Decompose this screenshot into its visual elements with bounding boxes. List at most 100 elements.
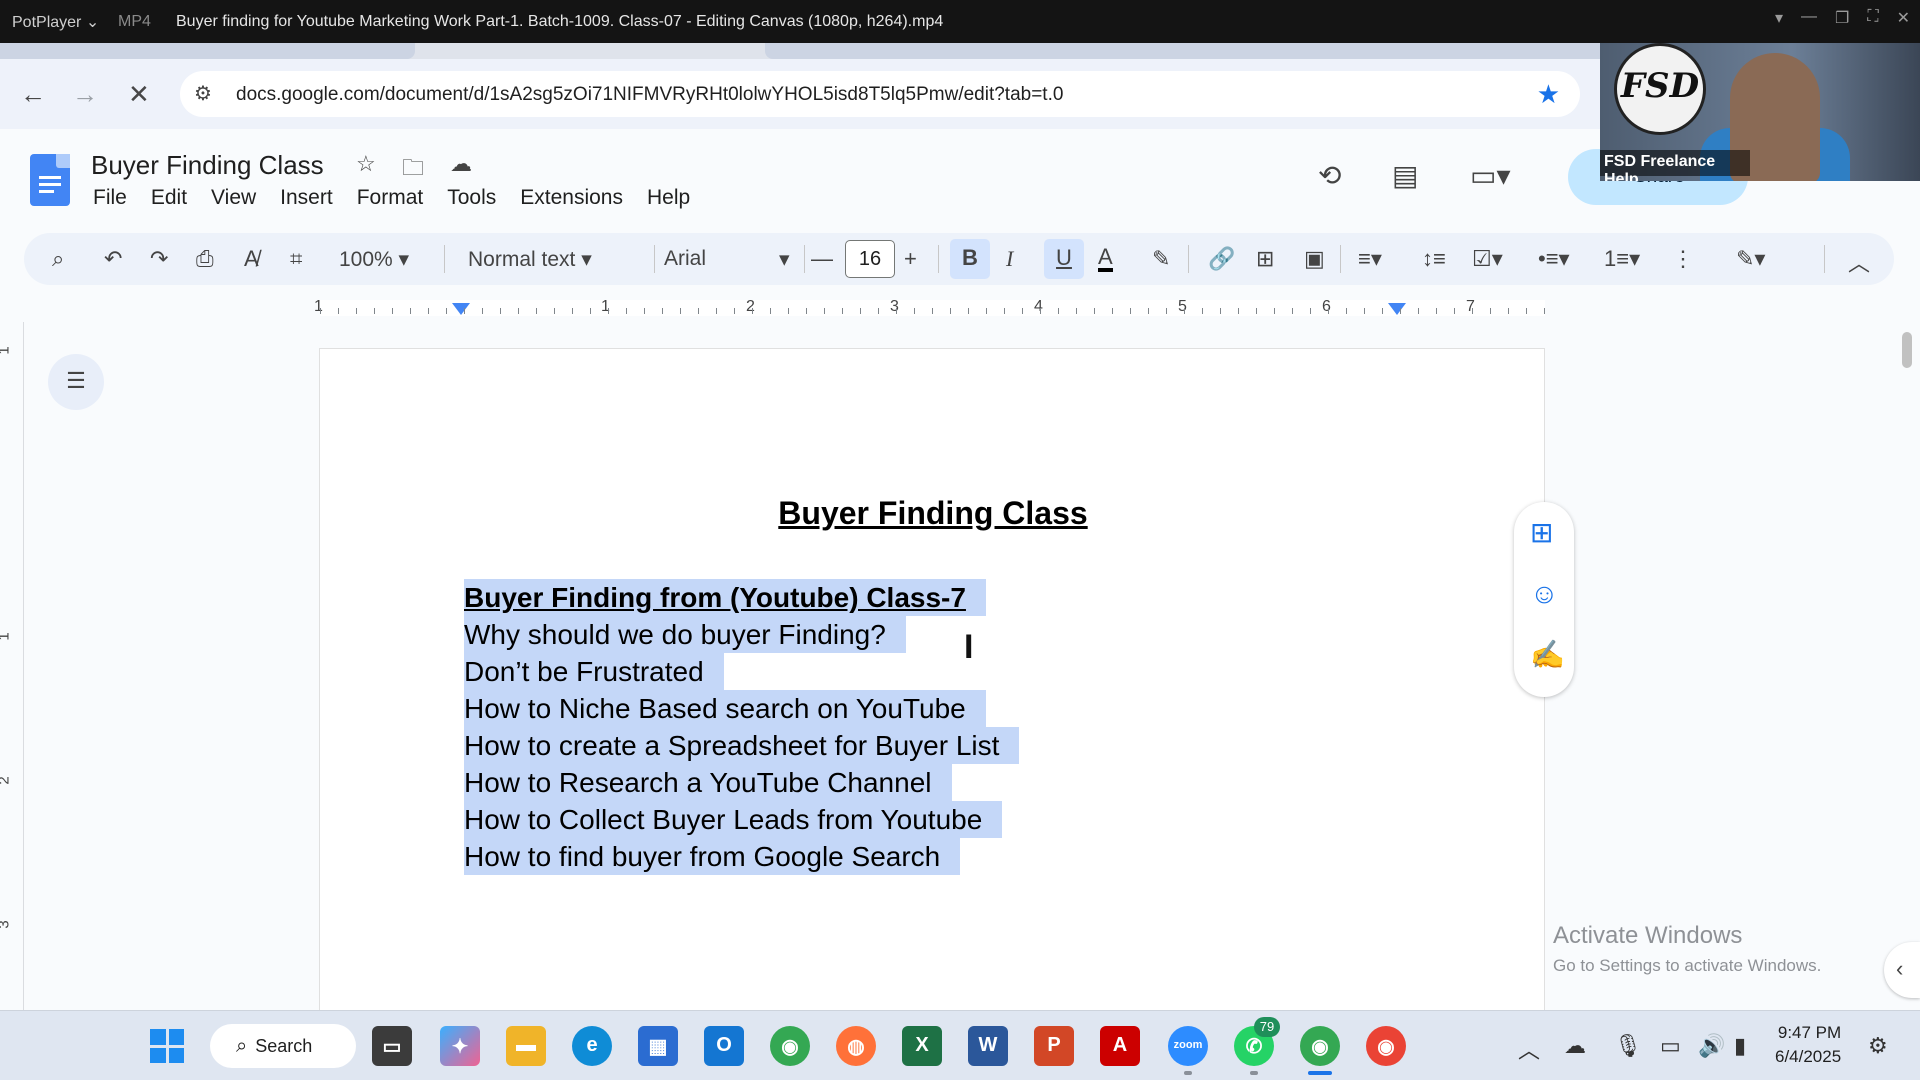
meet-icon[interactable]: ▭▾ (1470, 159, 1511, 192)
paint-format-icon[interactable]: ⌗ (290, 246, 302, 272)
add-comment-icon[interactable]: ⊞ (1256, 246, 1274, 272)
selected-text-block[interactable]: Buyer Finding from (Youtube) Class-7 Why… (464, 579, 1020, 875)
close-icon[interactable]: ✕ (1897, 8, 1910, 28)
document-page[interactable]: Buyer Finding Class Buyer Finding from (… (319, 348, 1545, 1048)
spellcheck-icon[interactable]: A̸ (244, 246, 259, 272)
forward-arrow-icon[interactable]: → (72, 79, 98, 110)
emoji-reaction-icon[interactable]: ☺ (1530, 578, 1559, 610)
chrome-alt-icon[interactable]: ◉ (1366, 1026, 1406, 1066)
paragraph-style-select[interactable]: Normal text ▾ (468, 247, 592, 272)
stop-loading-icon[interactable]: ✕ (128, 79, 150, 110)
battery-icon[interactable]: ▮ (1734, 1033, 1746, 1059)
document-heading[interactable]: Buyer Finding Class (320, 495, 1546, 532)
bold-icon[interactable]: B (950, 239, 990, 279)
menu-tools[interactable]: Tools (447, 186, 496, 210)
subheading-line[interactable]: Buyer Finding from (Youtube) Class-7 (464, 579, 986, 616)
right-indent-marker[interactable] (1388, 303, 1406, 315)
menu-insert[interactable]: Insert (280, 186, 333, 210)
document-title[interactable]: Buyer Finding Class (91, 150, 324, 181)
minimize-icon[interactable]: — (1801, 8, 1817, 28)
menu-edit[interactable]: Edit (151, 186, 187, 210)
edge-icon[interactable]: e (572, 1026, 612, 1066)
zoom-select[interactable]: 100% ▾ (339, 247, 409, 272)
volume-icon[interactable]: 🔊 (1698, 1033, 1725, 1059)
redo-icon[interactable]: ↷ (150, 246, 168, 272)
browser-tab[interactable] (765, 43, 1605, 59)
comments-icon[interactable]: ▤ (1392, 159, 1418, 192)
fullscreen-icon[interactable]: ⛶ (1867, 8, 1878, 28)
chrome-profile-icon[interactable]: ◉ (1300, 1026, 1340, 1066)
document-outline-icon[interactable]: ☰ (48, 354, 104, 410)
line-spacing-icon[interactable]: ↕≡ (1422, 246, 1446, 272)
list-item[interactable]: How to Niche Based search on YouTube (464, 690, 986, 727)
checklist-icon[interactable]: ☑▾ (1472, 246, 1503, 272)
excel-icon[interactable]: X (902, 1026, 942, 1066)
undo-icon[interactable]: ↶ (104, 246, 122, 272)
menu-format[interactable]: Format (357, 186, 424, 210)
add-comment-icon[interactable]: ⊞ (1530, 516, 1553, 549)
menu-file[interactable]: File (93, 186, 127, 210)
scrollbar-thumb[interactable] (1902, 332, 1912, 368)
access-icon[interactable]: A (1100, 1026, 1140, 1066)
list-item[interactable]: How to find buyer from Google Search (464, 838, 961, 875)
chrome-icon[interactable]: ◉ (770, 1026, 810, 1066)
bookmark-star-icon[interactable]: ★ (1537, 79, 1560, 110)
browser-tab[interactable] (0, 43, 415, 59)
numbered-list-icon[interactable]: 1≡▾ (1604, 246, 1640, 272)
side-panel-expand-chevron-icon[interactable]: ‹ (1884, 942, 1920, 998)
search-menus-icon[interactable]: ⌕ (52, 246, 64, 272)
star-icon[interactable]: ☆ (356, 151, 376, 177)
task-view-icon[interactable]: ▭ (372, 1026, 412, 1066)
firefox-icon[interactable]: ◍ (836, 1026, 876, 1066)
italic-icon[interactable]: I (1006, 246, 1013, 272)
menu-help[interactable]: Help (647, 186, 690, 210)
move-folder-icon[interactable]: 🗀 (402, 151, 424, 189)
font-family-select[interactable]: Arial ▾ (664, 247, 799, 271)
editing-mode-icon[interactable]: ✎▾ (1736, 246, 1765, 272)
restore-icon[interactable]: ❐ (1835, 8, 1849, 28)
store-icon[interactable]: ▦ (638, 1026, 678, 1066)
taskbar-search[interactable]: ⌕ Search (210, 1024, 356, 1068)
menu-view[interactable]: View (211, 186, 256, 210)
version-history-icon[interactable]: ⟲ (1318, 159, 1341, 192)
powerpoint-icon[interactable]: P (1034, 1026, 1074, 1066)
windows-start-icon[interactable] (150, 1029, 184, 1063)
pin-icon[interactable]: ▾ (1775, 8, 1783, 28)
system-clock[interactable]: 9:47 PM 6/4/2025 (1775, 1021, 1841, 1069)
outlook-icon[interactable]: O (704, 1026, 744, 1066)
insert-image-icon[interactable]: ▣ (1304, 246, 1325, 272)
network-icon[interactable]: ▭ (1660, 1033, 1681, 1059)
menu-extensions[interactable]: Extensions (520, 186, 623, 210)
decrease-font-size-icon[interactable]: — (811, 246, 833, 272)
list-item[interactable]: How to Research a YouTube Channel (464, 764, 952, 801)
highlight-color-icon[interactable]: ✎ (1152, 246, 1170, 272)
player-app-menu[interactable]: PotPlayer ⌄ (0, 12, 118, 32)
text-color-icon[interactable]: A (1098, 246, 1113, 272)
align-icon[interactable]: ≡▾ (1358, 246, 1382, 272)
file-explorer-icon[interactable]: ▬ (506, 1026, 546, 1066)
suggest-edits-icon[interactable]: ✍ (1530, 638, 1565, 671)
underline-icon[interactable]: U (1044, 239, 1084, 279)
font-size-input[interactable]: 16 (845, 240, 895, 278)
print-icon[interactable]: ⎙ (196, 246, 214, 272)
onedrive-icon[interactable]: ☁ (1564, 1033, 1586, 1059)
copilot-icon[interactable]: ✦ (440, 1026, 480, 1066)
list-item[interactable]: How to create a Spreadsheet for Buyer Li… (464, 727, 1020, 764)
insert-link-icon[interactable]: 🔗 (1208, 246, 1235, 272)
site-info-icon[interactable]: ⚙ (194, 81, 212, 106)
microphone-icon[interactable]: 🎙 (1614, 1033, 1642, 1059)
hide-menus-chevron-icon[interactable]: ︿ (1848, 246, 1870, 278)
list-item[interactable]: Why should we do buyer Finding? (464, 616, 906, 653)
increase-font-size-icon[interactable]: + (904, 246, 917, 272)
left-indent-marker[interactable] (452, 303, 470, 315)
show-hidden-icons-icon[interactable]: ︿ (1518, 1033, 1540, 1065)
address-bar[interactable]: ⚙ docs.google.com/document/d/1sA2sg5zOi7… (180, 71, 1580, 117)
list-item[interactable]: How to Collect Buyer Leads from Youtube (464, 801, 1003, 838)
url-text[interactable]: docs.google.com/document/d/1sA2sg5zOi71N… (236, 84, 1063, 106)
google-docs-logo[interactable] (30, 154, 70, 206)
list-item[interactable]: Don’t be Frustrated (464, 653, 724, 690)
notifications-icon[interactable]: ⚙ (1868, 1033, 1888, 1059)
word-icon[interactable]: W (968, 1026, 1008, 1066)
cloud-saved-icon[interactable]: ☁ (450, 151, 472, 177)
more-options-icon[interactable]: ⋮ (1672, 246, 1694, 272)
